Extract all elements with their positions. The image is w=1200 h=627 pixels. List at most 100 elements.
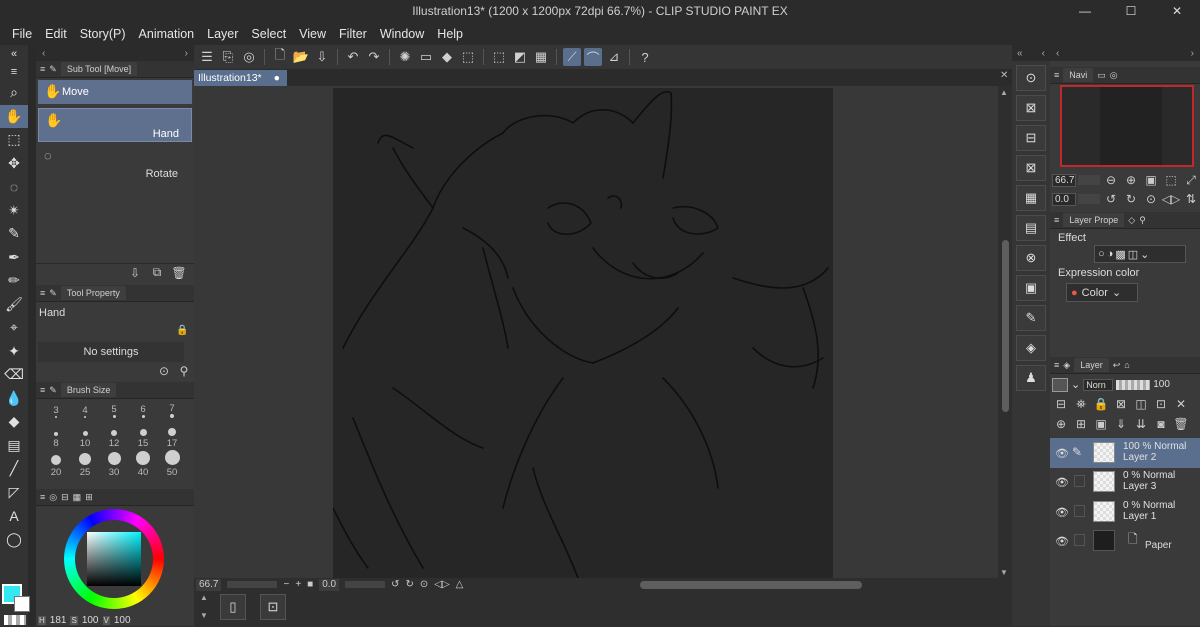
clip-studio-icon[interactable]: ◎ (240, 48, 258, 66)
eraser-icon[interactable]: ⌫ (0, 363, 28, 387)
layer-checkbox[interactable] (1074, 475, 1085, 487)
fill-tool-icon[interactable]: ◆ (0, 410, 28, 434)
brush-size-cell[interactable]: 5 (100, 392, 128, 420)
auto-action-tab-icon[interactable]: ⌂ (1124, 360, 1129, 370)
mask-icon[interactable]: ◙ (1152, 416, 1170, 432)
subtool-group-move[interactable]: ✋ Move (38, 80, 192, 104)
transform-icon[interactable]: ⬚ (459, 48, 477, 66)
visibility-eye-icon[interactable]: 👁 (1055, 535, 1069, 548)
invert-selection-icon[interactable]: ◩ (511, 48, 529, 66)
material-icon[interactable]: ⊠ (1016, 95, 1046, 121)
layer-property-alt-icon[interactable]: ◇ (1128, 215, 1135, 226)
brush-size-cell[interactable]: 50 (158, 450, 186, 478)
deselect-icon[interactable]: ⬚ (490, 48, 508, 66)
rotation-value[interactable]: 0.0 (319, 578, 340, 591)
material-folder-icon[interactable]: ⊟ (1016, 125, 1046, 151)
airbrush-icon[interactable]: ⌖ (0, 316, 28, 340)
duplicate-subtool-icon[interactable]: ⧉ (148, 265, 166, 281)
brush-size-cell[interactable]: 17 (158, 421, 186, 449)
rotate-right-icon[interactable]: ↻ (406, 579, 414, 590)
layer-tab[interactable]: Layer (1074, 358, 1109, 372)
actual-size-icon[interactable]: ▣ (1142, 172, 1160, 188)
lock-layer-icon[interactable]: 🔒 (1092, 396, 1110, 412)
menu-file[interactable]: File (6, 27, 39, 41)
lasso-icon[interactable]: ◌ (0, 175, 28, 199)
page-material-icon[interactable]: ▣ (1016, 275, 1046, 301)
mask-enable-icon[interactable]: ◫ (1132, 396, 1150, 412)
scroll-down-icon[interactable]: ▼ (1000, 568, 1008, 577)
rotate-left-icon[interactable]: ↺ (1102, 191, 1120, 207)
transfer-down-icon[interactable]: ⇓ (1112, 416, 1130, 432)
visibility-eye-icon[interactable]: 👁 (1055, 476, 1069, 489)
vertical-scrollbar[interactable] (1002, 240, 1009, 412)
layer-color-icon[interactable]: ◫ (1128, 248, 1138, 261)
rotation-slider[interactable] (345, 581, 386, 588)
object-tool-icon[interactable]: ⬚ (0, 128, 28, 152)
border-effect-icon[interactable]: ○ (1098, 248, 1105, 260)
reference-layer-icon[interactable]: ⛯ (1072, 396, 1090, 412)
similar-color-tab-icon[interactable]: ⊞ (85, 492, 93, 503)
opacity-slider[interactable] (1116, 379, 1151, 390)
menu-select[interactable]: Select (245, 27, 293, 41)
layer-search-toggle-icon[interactable]: ⊡ (260, 594, 286, 620)
fit-icon[interactable]: ■ (307, 579, 313, 590)
magic-wand-icon[interactable]: ✴ (0, 199, 28, 223)
expand-right-icon[interactable]: › (1191, 48, 1194, 59)
saturation-value-square[interactable] (87, 532, 141, 586)
menu-filter[interactable]: Filter (333, 27, 374, 41)
zoom-out-icon[interactable]: ⊖ (1102, 172, 1120, 188)
new-folder-icon[interactable]: ▣ (1092, 416, 1110, 432)
zoom-in-button[interactable]: + (295, 579, 301, 590)
navigator-preview[interactable] (1060, 85, 1194, 167)
timeline-collapse-icon[interactable]: ▼ (200, 611, 208, 620)
brush-size-cell[interactable]: 40 (129, 450, 157, 478)
collapse-mid-icon[interactable]: « (1017, 48, 1023, 59)
subview-tab-icon[interactable]: ▭ (1097, 70, 1106, 81)
collapse-icon[interactable]: « (0, 45, 28, 63)
new-canvas-icon[interactable]: ⎘ (219, 48, 237, 66)
brush-size-cell[interactable]: 20 (42, 450, 70, 478)
chevron-down-icon[interactable]: ⌄ (1071, 378, 1080, 391)
blend-mode-select[interactable]: Norn (1083, 378, 1114, 391)
fit-window-icon[interactable]: ⬚ (1162, 172, 1180, 188)
panel-menu-icon[interactable]: ≡ (1054, 360, 1059, 370)
menu-animation[interactable]: Animation (133, 27, 202, 41)
new-raster-layer-icon[interactable]: ⊕ (1052, 416, 1070, 432)
brush-size-cell[interactable]: 12 (100, 421, 128, 449)
rotate-right-icon[interactable]: ↻ (1122, 191, 1140, 207)
gradient-icon[interactable]: ▤ (0, 434, 28, 458)
manga-material-icon[interactable]: ⊗ (1016, 245, 1046, 271)
help-icon[interactable]: ? (636, 48, 654, 66)
search-layer-icon[interactable]: ⚲ (1139, 215, 1146, 226)
color-set-tab-icon[interactable]: ▦ (73, 492, 82, 503)
watercolor-effect-icon[interactable]: ◑ (1107, 248, 1114, 260)
pattern-material-icon[interactable]: ▦ (1016, 185, 1046, 211)
save-icon[interactable]: ⇩ (313, 48, 331, 66)
color-wheel[interactable] (64, 509, 164, 609)
snap-ruler-icon[interactable]: ⟋ (563, 48, 581, 66)
layer-row[interactable]: 👁 ✎ 100 % Normal Layer 2 (1050, 438, 1200, 468)
rotate-left-icon[interactable]: ↺ (391, 579, 399, 590)
move-layer-icon[interactable]: ✥ (0, 152, 28, 176)
figure-icon[interactable]: ╱ (0, 457, 28, 481)
expand-left-icon[interactable]: › (185, 48, 188, 59)
brush-icon[interactable]: 🖌 (0, 293, 28, 317)
clip-layer-icon[interactable]: ⊟ (1052, 396, 1070, 412)
tool-strip-scroll[interactable] (28, 45, 36, 626)
subtool-item-hand[interactable]: ✋ Hand (38, 108, 192, 142)
horizontal-scrollbar[interactable] (640, 581, 862, 589)
show-selection-icon[interactable]: ▦ (532, 48, 550, 66)
layer-checkbox[interactable] (1074, 505, 1085, 517)
navigator-tab[interactable]: Navi (1063, 68, 1094, 82)
panel-menu-icon[interactable]: ≡ (40, 64, 45, 74)
image-material-icon[interactable]: ▤ (1016, 215, 1046, 241)
blend-icon[interactable]: 💧 (0, 387, 28, 411)
snap-grid-icon[interactable]: ⊿ (605, 48, 623, 66)
close-material-icon[interactable]: ⊠ (1016, 155, 1046, 181)
visibility-eye-icon[interactable]: 👁 (1055, 447, 1069, 460)
ruler-enable-icon[interactable]: ⊡ (1152, 396, 1170, 412)
document-tab[interactable]: Illustration13* ● (194, 70, 287, 86)
color-wheel-tab-icon[interactable]: ◎ (49, 492, 57, 503)
layer-row[interactable]: 👁 🗋 Paper (1050, 526, 1200, 556)
menu-window[interactable]: Window (374, 27, 431, 41)
